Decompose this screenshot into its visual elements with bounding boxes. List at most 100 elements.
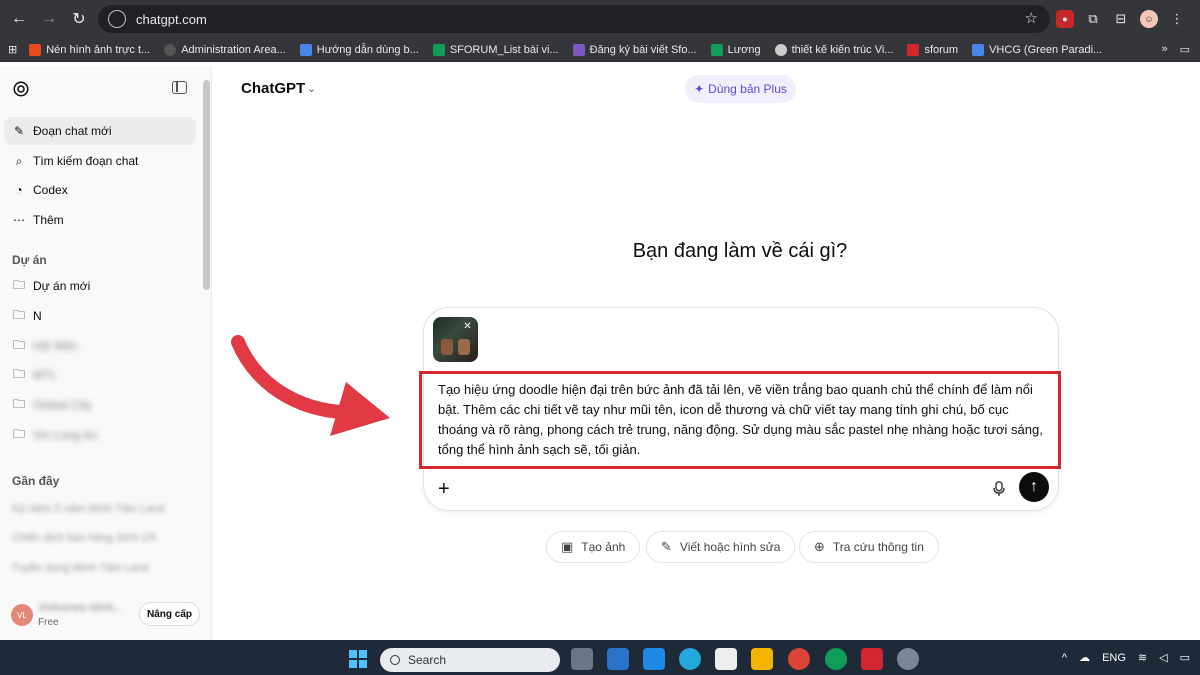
zalo-icon[interactable] <box>861 648 883 670</box>
bookmark-favicon <box>710 43 723 56</box>
recent-chat-item[interactable]: Tuyển dụng Minh Tâm Land <box>12 562 149 574</box>
bookmark-star-icon[interactable]: ☆ <box>1025 9 1038 27</box>
bookmark-item[interactable]: Hướng dẫn dùng b... <box>299 43 419 56</box>
mail-icon[interactable] <box>643 648 665 670</box>
chrome-icon[interactable] <box>788 648 810 670</box>
all-bookmarks-folder-icon[interactable]: ▭ <box>1180 43 1190 56</box>
wifi-icon[interactable]: ≋ <box>1138 651 1147 664</box>
tray-app-icon[interactable]: ☁ <box>1079 651 1090 664</box>
lookup-info-chip[interactable]: ⊕ Tra cứu thông tin <box>799 531 939 563</box>
chevron-down-icon[interactable]: ⌄ <box>307 82 316 95</box>
bookmark-item[interactable]: SFORUM_List bài vi... <box>432 43 559 56</box>
bookmark-favicon <box>774 43 787 56</box>
bookmark-item[interactable]: Đăng ký bài viết Sfo... <box>572 43 697 56</box>
bookmark-item[interactable]: Lương <box>710 43 761 56</box>
search-icon: ⌕ <box>15 153 23 168</box>
bookmark-item[interactable]: Administration Area... <box>164 43 286 56</box>
red-arrow-annotation <box>231 335 390 436</box>
search-icon <box>390 655 400 665</box>
browser-toolbar: ← → ↻ chatgpt.com ☆ ● ⧉ ⊟ ☺ ⋮ <box>0 0 1200 38</box>
sidebar-item-new-project[interactable]: 🗀 Dự án mới <box>4 272 196 300</box>
image-icon: ▣ <box>561 539 574 554</box>
windows-taskbar: Search ^ ☁ ENG ≋ ◁ ▭ <box>0 640 1200 675</box>
bookmark-item[interactable]: Nén hình ảnh trực t... <box>29 43 150 56</box>
bookmark-item[interactable]: sforum <box>907 43 958 56</box>
recent-chat-item[interactable]: Chiến dịch bán hàng 30/4-1/5 <box>12 532 156 544</box>
create-image-chip[interactable]: ▣ Tạo ảnh <box>546 531 641 563</box>
avatar: VL <box>11 604 33 626</box>
forward-icon[interactable]: → <box>34 4 64 34</box>
new-folder-icon: 🗀 <box>12 277 25 292</box>
volume-icon[interactable]: ◁ <box>1159 651 1167 664</box>
bookmark-favicon <box>299 43 312 56</box>
codex-icon: ◔ <box>15 183 23 197</box>
bookmark-favicon <box>432 43 445 56</box>
edge-icon[interactable] <box>679 648 701 670</box>
sidebar-item-codex[interactable]: ◔ Codex <box>4 176 196 204</box>
address-bar[interactable]: chatgpt.com ☆ <box>98 5 1050 33</box>
folder-icon: 🗀 <box>12 366 25 381</box>
capcut-icon[interactable] <box>715 648 737 670</box>
remove-attachment-close-icon[interactable]: ✕ <box>462 321 473 332</box>
bookmarks-bar: ⊞ Nén hình ảnh trực t... Administration … <box>0 38 1200 62</box>
bookmark-item[interactable]: VHCG (Green Paradi... <box>972 43 1102 56</box>
prompt-input[interactable]: Tạo hiệu ứng doodle hiện đại trên bức ản… <box>438 380 1044 460</box>
send-arrow-icon[interactable]: ↑ <box>1019 472 1049 502</box>
user-name: Vinhomes Minh... <box>38 602 123 614</box>
reload-icon[interactable]: ↻ <box>64 4 94 34</box>
language-indicator[interactable]: ENG <box>1102 652 1126 664</box>
apps-grid-icon[interactable]: ⊞ <box>8 43 17 56</box>
store-icon[interactable] <box>607 648 629 670</box>
write-edit-chip[interactable]: ✎ Viết hoặc hình sửa <box>646 531 796 563</box>
upgrade-button[interactable]: Nâng cấp <box>139 602 200 626</box>
bookmark-favicon <box>29 43 42 56</box>
add-attachment-plus-icon[interactable]: + <box>438 478 450 501</box>
sidebar-item-search[interactable]: ⌕ Tìm kiếm đoạn chat <box>4 147 196 175</box>
globe-icon: ⊕ <box>814 539 825 554</box>
user-account-row[interactable]: VL Vinhomes Minh... Free Nâng cấp <box>0 596 212 636</box>
sidebar-item-project[interactable]: 🗀 Vin Long An <box>4 421 196 449</box>
back-icon[interactable]: ← <box>4 4 34 34</box>
folder-icon: 🗀 <box>12 426 25 441</box>
bookmark-favicon <box>572 43 585 56</box>
sidebar-item-project[interactable]: 🗀 Global City <box>4 391 196 419</box>
windows-start-icon[interactable] <box>349 650 367 668</box>
tray-chevron-up-icon[interactable]: ^ <box>1062 652 1067 664</box>
recent-chat-item[interactable]: Kỷ niệm 5 năm Minh Tâm Land <box>12 503 165 515</box>
profile-avatar-icon[interactable]: ☺ <box>1140 10 1158 28</box>
folder-icon: 🗀 <box>12 396 25 411</box>
system-tray: ^ ☁ ENG ≋ ◁ ▭ <box>1062 651 1190 665</box>
chrome-profile-icon[interactable] <box>825 648 847 670</box>
bookmarks-more-icon[interactable]: » <box>1161 43 1167 56</box>
chat-sidebar: ✎ Đoạn chat mới ⌕ Tìm kiếm đoạn chat ◔ C… <box>0 66 212 640</box>
sidebar-item-project[interactable]: 🗀 MTL <box>4 361 196 389</box>
user-plan: Free <box>38 617 59 628</box>
sidebar-toggle-icon[interactable] <box>172 81 187 94</box>
url-text: chatgpt.com <box>136 11 207 27</box>
settings-gear-icon[interactable] <box>897 648 919 670</box>
extensions-puzzle-icon[interactable]: ⧉ <box>1084 10 1102 28</box>
site-info-icon[interactable] <box>108 10 126 28</box>
sidebar-item-more[interactable]: ⋯ Thêm <box>4 206 196 234</box>
sidebar-item-project[interactable]: 🗀 Hội Mến <box>4 332 196 360</box>
get-plus-button[interactable]: ✦ Dùng bản Plus <box>685 75 796 103</box>
battery-icon[interactable]: ▭ <box>1180 651 1190 664</box>
more-dots-icon: ⋯ <box>13 213 25 227</box>
tab-search-icon[interactable]: ⊟ <box>1112 10 1130 28</box>
bookmark-favicon <box>907 43 920 56</box>
microphone-icon[interactable] <box>993 481 1005 497</box>
menu-dots-icon[interactable]: ⋮ <box>1168 10 1186 28</box>
bookmark-item[interactable]: thiết kế kiến trúc Vi... <box>774 43 893 56</box>
taskbar-search[interactable]: Search <box>380 648 560 672</box>
recent-heading: Gần đây <box>12 474 60 488</box>
sidebar-item-project[interactable]: 🗀 N <box>4 302 196 330</box>
folder-icon: 🗀 <box>12 307 25 322</box>
model-selector[interactable]: ChatGPT <box>241 80 305 97</box>
folder-icon: 🗀 <box>12 337 25 352</box>
edit-icon: ✎ <box>13 124 25 138</box>
task-view-icon[interactable] <box>571 648 593 670</box>
extension-icon[interactable]: ● <box>1056 10 1074 28</box>
sidebar-item-new-chat[interactable]: ✎ Đoạn chat mới <box>4 117 196 145</box>
file-explorer-icon[interactable] <box>751 648 773 670</box>
openai-logo-icon[interactable] <box>12 80 30 98</box>
